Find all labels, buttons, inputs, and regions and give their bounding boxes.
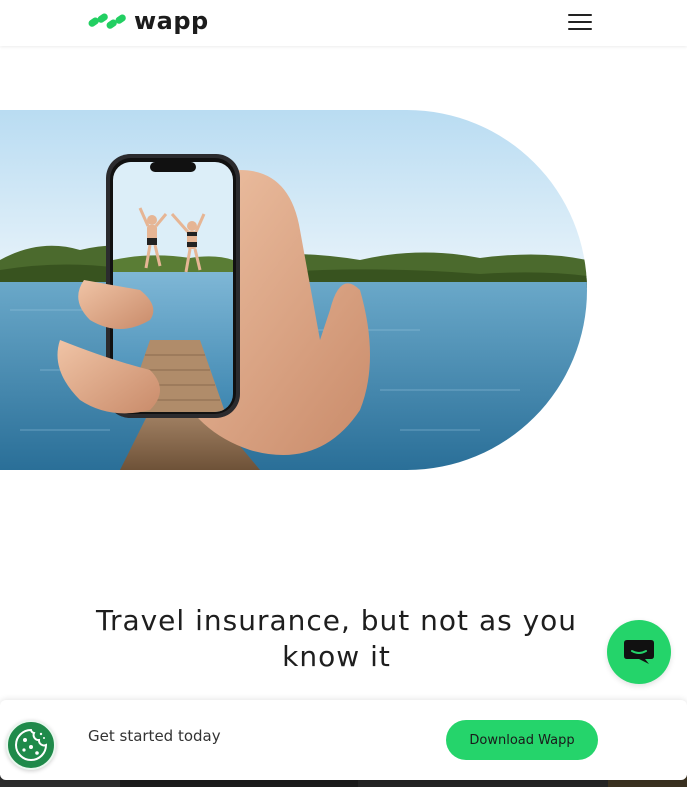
cookie-icon — [15, 728, 48, 761]
site-header: wapp — [0, 0, 687, 46]
hero-image — [0, 110, 587, 470]
menu-bar-bottom — [568, 28, 592, 30]
headline-line-2: know it — [282, 640, 391, 673]
download-wapp-button[interactable]: Download Wapp — [446, 720, 598, 760]
sticky-cta-bar: Get started today Download Wapp — [0, 700, 687, 780]
phone-photo-image — [0, 110, 587, 470]
chat-bubble-icon — [624, 640, 654, 664]
menu-bar-middle — [568, 21, 592, 23]
chat-widget-button[interactable] — [607, 620, 671, 684]
menu-bar-top — [568, 14, 592, 16]
headline-line-1: Travel insurance, but not as you — [95, 604, 578, 637]
page-headline: Travel insurance, but not as you know it — [0, 603, 673, 675]
cookie-settings-button[interactable] — [6, 720, 56, 770]
wapp-logo[interactable]: wapp — [88, 8, 209, 34]
cta-text: Get started today — [88, 727, 221, 745]
logo-text: wapp — [134, 7, 209, 35]
wapp-logo-icon — [88, 13, 126, 29]
hamburger-menu-button[interactable] — [568, 12, 594, 32]
